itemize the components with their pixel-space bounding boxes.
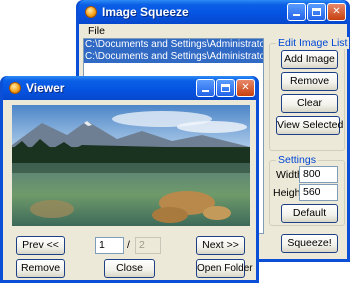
squeeze-button[interactable]: Squeeze! — [281, 234, 338, 253]
menu-file[interactable]: File — [88, 25, 105, 37]
clear-button[interactable]: Clear — [281, 94, 338, 113]
current-page-field[interactable]: 1 — [95, 237, 124, 254]
open-folder-button[interactable]: Open Folder — [196, 259, 253, 278]
height-field[interactable]: 560 — [299, 184, 338, 201]
close-icon: ✕ — [241, 82, 250, 93]
app-icon — [85, 6, 97, 18]
width-field[interactable]: 800 — [299, 166, 338, 183]
viewer-minimize-button[interactable] — [196, 79, 215, 97]
minimize-button[interactable] — [287, 3, 306, 21]
viewer-app-icon — [9, 82, 21, 94]
prev-button[interactable]: Prev << — [16, 236, 65, 255]
page-separator: / — [127, 239, 130, 251]
reflection — [12, 163, 250, 173]
list-item[interactable]: C:\Documents and Settings\Administrator\… — [84, 39, 263, 51]
viewer-window-title: Viewer — [26, 81, 65, 95]
viewer-client-area: Prev << 1 / 2 Next >> Remove Close Open … — [3, 100, 256, 280]
rock — [152, 207, 188, 223]
landscape-photo — [12, 105, 250, 226]
maximize-icon — [221, 84, 230, 92]
rock — [30, 200, 74, 218]
viewer-remove-button[interactable]: Remove — [16, 259, 65, 278]
close-icon: ✕ — [332, 6, 341, 17]
settings-group-title: Settings — [276, 154, 318, 166]
cloud — [177, 121, 247, 133]
remove-button[interactable]: Remove — [281, 72, 338, 91]
minimize-icon — [202, 90, 209, 92]
minimize-icon — [293, 14, 300, 16]
rock — [203, 206, 231, 220]
viewer-maximize-button[interactable] — [216, 79, 235, 97]
close-button[interactable]: Close — [104, 259, 155, 278]
maximize-button[interactable] — [307, 3, 326, 21]
view-selected-button[interactable]: View Selected — [276, 116, 343, 135]
viewer-title-bar[interactable]: Viewer ✕ — [3, 76, 256, 100]
default-button[interactable]: Default — [281, 204, 338, 223]
close-window-button[interactable]: ✕ — [327, 3, 346, 21]
viewer-close-window-button[interactable]: ✕ — [236, 79, 255, 97]
main-title-bar[interactable]: Image Squeeze ✕ — [79, 0, 347, 24]
edit-group-title: Edit Image List — [276, 37, 350, 49]
total-pages-field: 2 — [135, 237, 161, 254]
next-button[interactable]: Next >> — [196, 236, 245, 255]
add-image-button[interactable]: Add Image — [281, 50, 338, 69]
viewer-window: Viewer ✕ Prev << 1 / 2 Next >> Remove Cl… — [0, 76, 259, 283]
list-item[interactable]: C:\Documents and Settings\Administrator\… — [84, 51, 263, 63]
main-window-title: Image Squeeze — [102, 5, 189, 19]
maximize-icon — [312, 8, 321, 16]
